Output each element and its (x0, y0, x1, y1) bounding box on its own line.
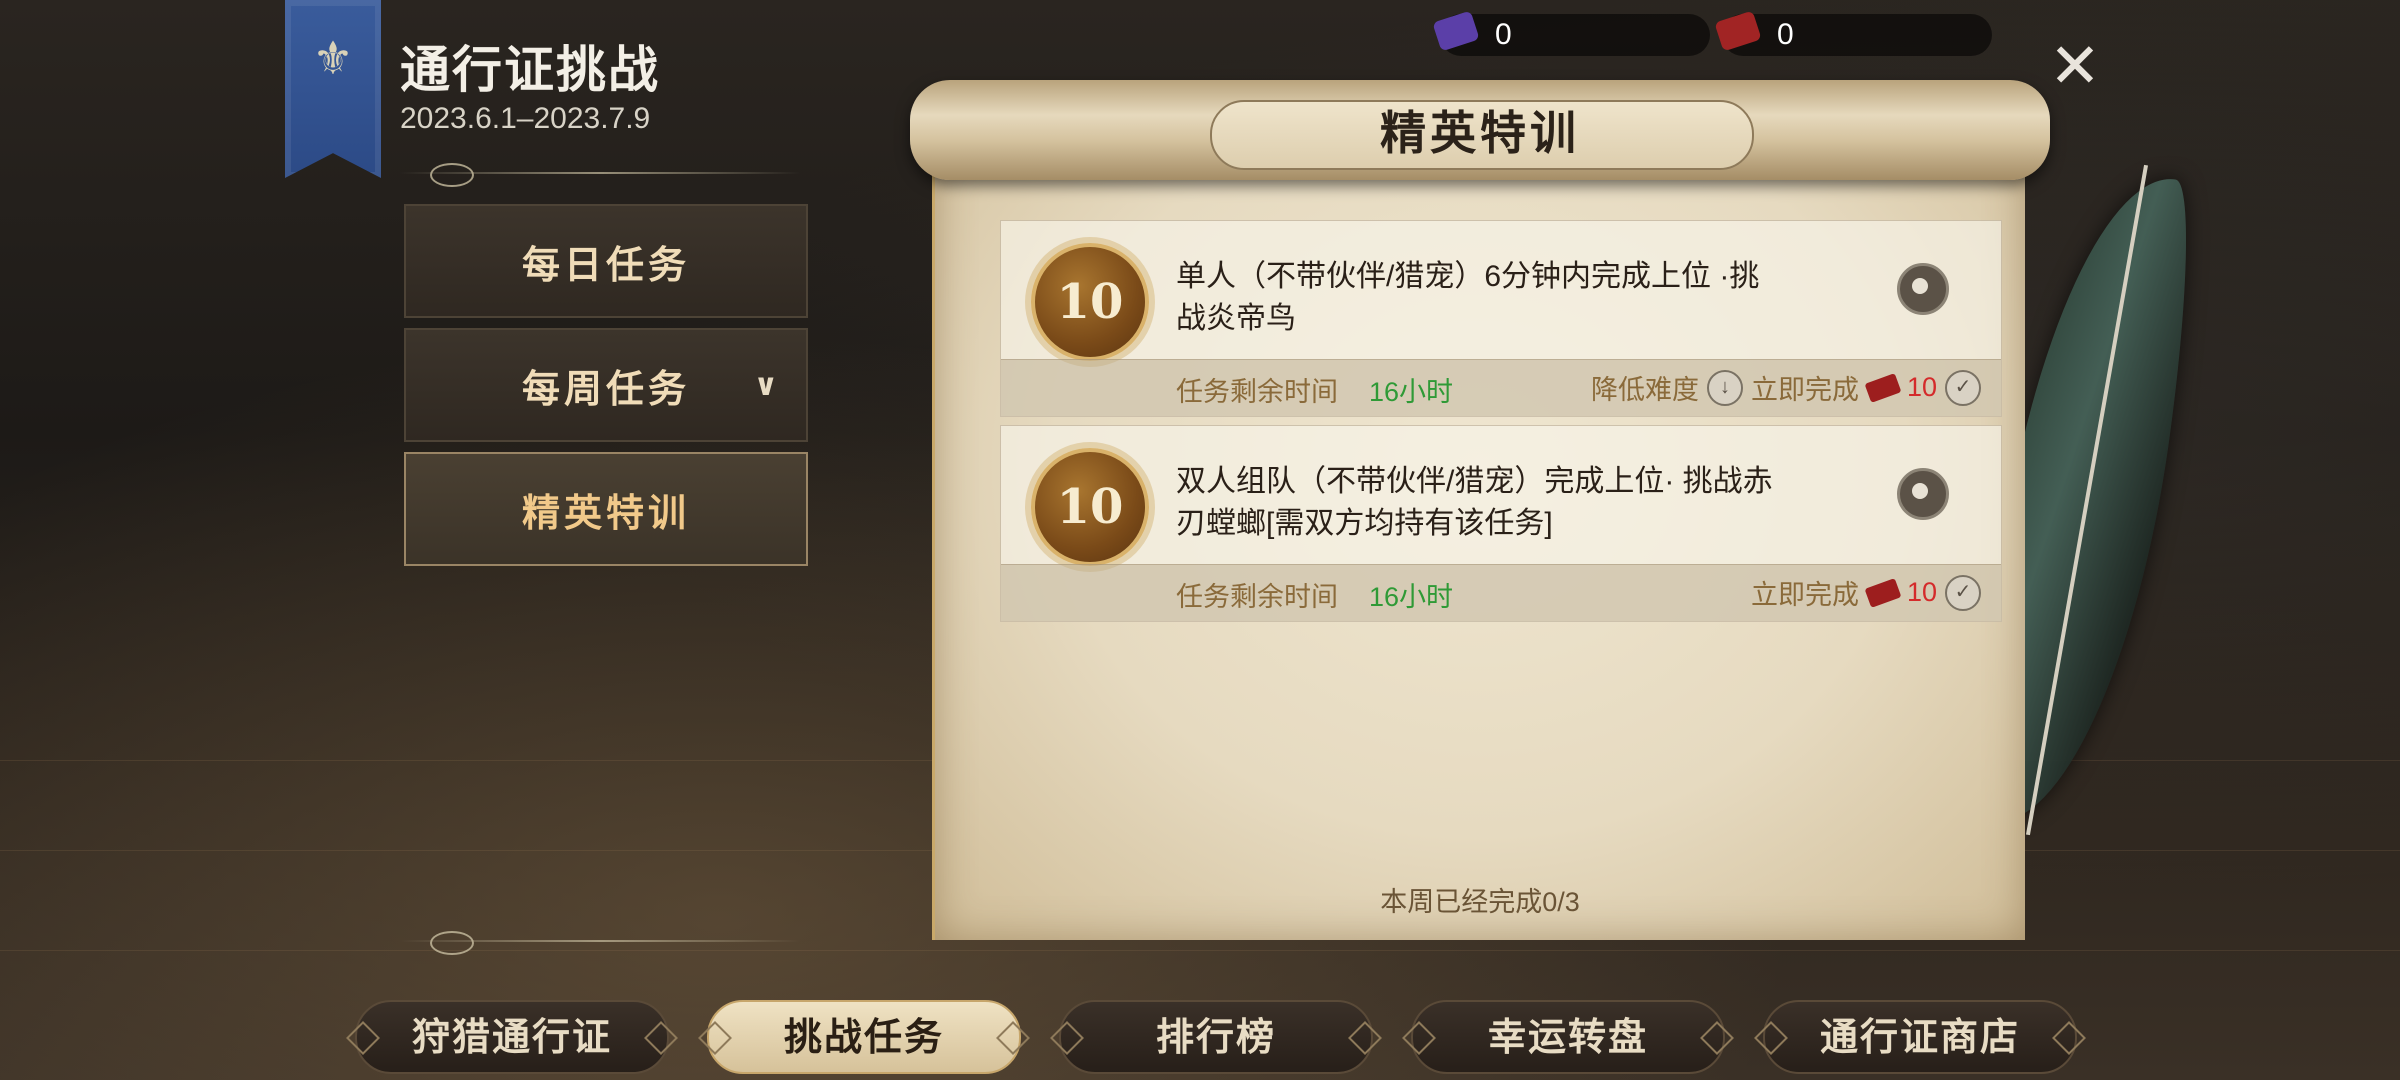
page-title: 通行证挑战 (400, 40, 660, 99)
bottom-tab-bar: 狩猎通行证 挑战任务 排行榜 幸运转盘 通行证商店 (355, 1000, 2105, 1076)
currency-value: 0 (1495, 18, 1512, 51)
complete-now-button[interactable]: ✓ (1945, 574, 1981, 611)
points-medal: 10 (1031, 243, 1149, 361)
complete-cost: 10 (1906, 372, 1937, 402)
task-footer: 任务剩余时间 16小时 立即完成 10 ✓ (1001, 564, 2001, 621)
close-icon: ✕ (2049, 32, 2101, 101)
lower-difficulty-button[interactable]: ↓ (1706, 369, 1743, 406)
currency-red: 0 (1714, 10, 1992, 56)
sidebar-item-daily[interactable]: 每日任务 (404, 204, 808, 318)
tab-pass-shop[interactable]: 通行证商店 (1763, 1000, 2077, 1074)
sidebar-item-label: 每周任务 (521, 365, 690, 411)
event-banner: ⚜ (285, 0, 381, 178)
divider (400, 931, 800, 955)
tab-label: 狩猎通行证 (411, 1014, 612, 1059)
red-ticket-icon (1864, 577, 1902, 608)
tab-label: 幸运转盘 (1487, 1014, 1648, 1059)
sidebar-item-weekly[interactable]: 每周任务 ∨ (404, 328, 808, 442)
task-card: 10 双人组队（不带伙伴/猎宠）完成上位· 挑战赤刃螳螂[需双方均持有该任务] … (1000, 425, 2002, 622)
close-button[interactable]: ✕ (2046, 36, 2104, 98)
time-remaining: 16小时 (1369, 582, 1454, 612)
weekly-progress: 本周已经完成0/3 (1380, 887, 1580, 917)
task-description: 单人（不带伙伴/猎宠）6分钟内完成上位 ·挑战炎帝鸟 (1176, 260, 1760, 335)
currency-purple: 0 (1432, 10, 1710, 56)
tab-challenge-tasks[interactable]: 挑战任务 (707, 1000, 1021, 1074)
complete-now-label: 立即完成 (1750, 580, 1859, 610)
tab-label: 挑战任务 (783, 1014, 944, 1059)
divider (400, 163, 800, 187)
points-medal: 10 (1031, 448, 1149, 566)
sidebar-item-label: 精英特训 (521, 489, 690, 535)
lower-difficulty-label: 降低难度 (1590, 375, 1699, 405)
panel-title: 精英特训 (1380, 106, 1580, 160)
complete-now-label: 立即完成 (1750, 375, 1859, 405)
chevron-down-icon: ∨ (753, 368, 782, 403)
task-card: 10 单人（不带伙伴/猎宠）6分钟内完成上位 ·挑战炎帝鸟 任务剩余时间 16小… (1000, 220, 2002, 417)
sidebar-item-label: 每日任务 (521, 241, 690, 287)
time-label: 任务剩余时间 (1176, 582, 1338, 612)
purple-ticket-icon (1432, 10, 1480, 52)
time-label: 任务剩余时间 (1176, 377, 1338, 407)
currency-value: 0 (1777, 18, 1794, 51)
tab-lucky-wheel[interactable]: 幸运转盘 (1411, 1000, 1725, 1074)
task-info-button[interactable] (1897, 263, 1949, 315)
event-date-range: 2023.6.1–2023.7.9 (400, 102, 651, 135)
task-footer: 任务剩余时间 16小时 降低难度 ↓ 立即完成 10 ✓ (1001, 359, 2001, 416)
complete-cost: 10 (1906, 577, 1937, 607)
red-ticket-icon (1714, 10, 1762, 52)
sword-emblem-icon: ⚜ (312, 32, 354, 84)
tab-label: 通行证商店 (1819, 1014, 2020, 1059)
sidebar-item-elite-training[interactable]: 精英特训 (404, 452, 808, 566)
tab-label: 排行榜 (1155, 1014, 1276, 1059)
red-ticket-icon (1864, 372, 1902, 403)
tab-hunting-pass[interactable]: 狩猎通行证 (355, 1000, 669, 1074)
time-remaining: 16小时 (1369, 377, 1454, 407)
elite-training-panel: 精英特训 10 单人（不带伙伴/猎宠）6分钟内完成上位 ·挑战炎帝鸟 任务剩余时… (910, 80, 2050, 960)
complete-now-button[interactable]: ✓ (1945, 369, 1981, 406)
task-info-button[interactable] (1897, 468, 1949, 520)
task-description: 双人组队（不带伙伴/猎宠）完成上位· 挑战赤刃螳螂[需双方均持有该任务] (1176, 465, 1773, 540)
tab-leaderboard[interactable]: 排行榜 (1059, 1000, 1373, 1074)
